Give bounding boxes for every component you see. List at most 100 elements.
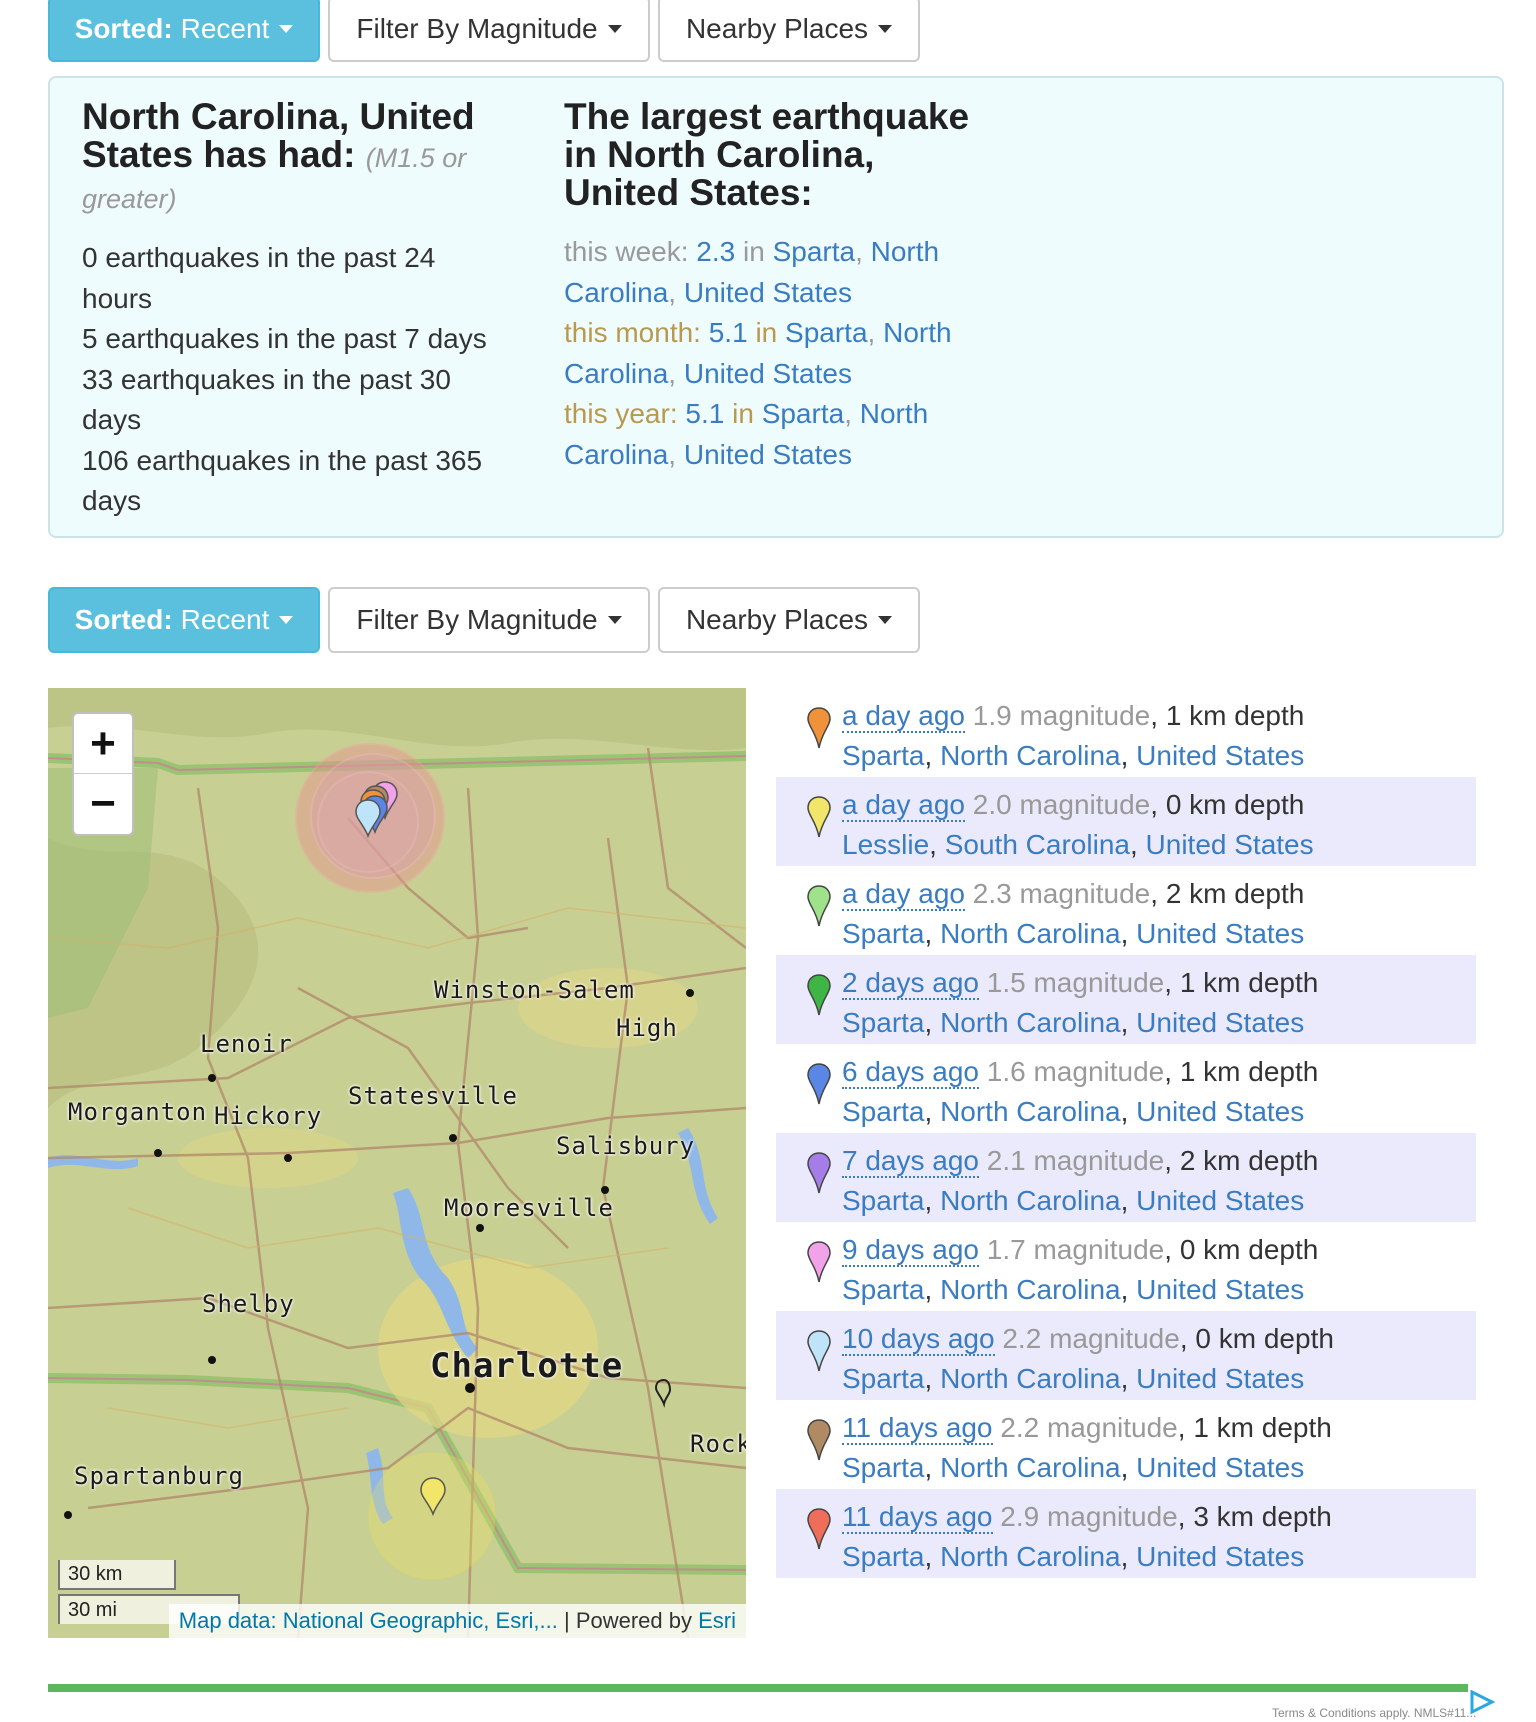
city-link[interactable]: Lesslie [842, 829, 929, 860]
caret-down-icon [878, 25, 893, 33]
quake-list-item[interactable]: 11 days ago 2.9 magnitude, 3 km depth Spa… [776, 1489, 1476, 1578]
sort-dropdown-button[interactable]: Sorted: Recent [48, 0, 320, 62]
city-link[interactable]: Sparta [842, 1541, 925, 1572]
comma-separator: , [1179, 1323, 1196, 1354]
quake-time-link[interactable]: a day ago [842, 700, 965, 733]
nearby-label: Nearby Places [685, 13, 869, 44]
quake-list-item[interactable]: 10 days ago 2.2 magnitude, 0 km depth Spa… [776, 1311, 1476, 1400]
quake-list-item[interactable]: 11 days ago 2.2 magnitude, 1 km depth Spa… [776, 1400, 1476, 1489]
region-link[interactable]: North Carolina [940, 1452, 1121, 1483]
city-link[interactable]: Sparta [773, 236, 856, 267]
country-link[interactable]: United States [684, 439, 852, 470]
city-link[interactable]: Sparta [842, 740, 925, 771]
quake-list-item[interactable]: 7 days ago 2.1 magnitude, 2 km depth Spar… [776, 1133, 1476, 1222]
region-link[interactable]: North Carolina [940, 918, 1121, 949]
country-link[interactable]: United States [1136, 1363, 1304, 1394]
city-link[interactable]: Sparta [842, 1452, 925, 1483]
quake-time-link[interactable]: a day ago [842, 789, 965, 822]
quake-time-link[interactable]: 11 days ago [842, 1501, 993, 1534]
country-link[interactable]: United States [684, 277, 852, 308]
quake-summary-line: 9 days ago 1.7 magnitude, 0 km depth [842, 1230, 1476, 1270]
region-link[interactable]: North Carolina [940, 1185, 1121, 1216]
quake-time-link[interactable]: 11 days ago [842, 1412, 993, 1445]
quake-time-link[interactable]: a day ago [842, 878, 965, 911]
quake-list-item[interactable]: 2 days ago 1.5 magnitude, 1 km depth Spar… [776, 955, 1476, 1044]
city-link[interactable]: Sparta [842, 1274, 925, 1305]
region-link[interactable]: North Carolina [940, 1541, 1121, 1572]
city-link[interactable]: Sparta [842, 918, 925, 949]
city-link[interactable]: Sparta [762, 398, 845, 429]
map-marker-icon [807, 707, 831, 749]
attribution-link[interactable]: Map data: National Geographic, Esri,... [179, 1608, 558, 1633]
city-link[interactable]: Sparta [842, 1363, 925, 1394]
comma-separator: , [924, 1274, 941, 1305]
country-link[interactable]: United States [1136, 1541, 1304, 1572]
country-link[interactable]: United States [1136, 740, 1304, 771]
country-link[interactable]: United States [1136, 1096, 1304, 1127]
quake-time-link[interactable]: 6 days ago [842, 1056, 979, 1089]
quake-summary-line: a day ago 2.3 magnitude, 2 km depth [842, 874, 1476, 914]
filter-magnitude-button[interactable]: Filter By Magnitude [328, 0, 650, 62]
largest-magnitude-link[interactable]: 5.1 [709, 317, 748, 348]
region-link[interactable]: North Carolina [940, 1274, 1121, 1305]
region-link[interactable]: North Carolina [940, 1096, 1121, 1127]
attribution-separator: | Powered by [557, 1608, 699, 1633]
scale-km: 30 km [58, 1560, 176, 1590]
quake-list-item[interactable]: a day ago 2.3 magnitude, 2 km depth Spart… [776, 866, 1476, 955]
comma-separator: , [924, 1541, 941, 1572]
quake-depth: 0 km depth [1195, 1323, 1334, 1354]
sort-label: Sorted: [74, 13, 173, 44]
country-link[interactable]: United States [1136, 1185, 1304, 1216]
sort-dropdown-button[interactable]: Sorted: Recent [48, 587, 320, 653]
region-link[interactable]: North Carolina [940, 1007, 1121, 1038]
region-link[interactable]: South Carolina [945, 829, 1130, 860]
comma-separator: , [1120, 1185, 1137, 1216]
zoom-in-button[interactable]: + [74, 714, 132, 774]
country-link[interactable]: United States [684, 358, 852, 389]
comma-separator: , [1150, 789, 1166, 820]
quake-marker[interactable] [420, 1477, 446, 1517]
map-marker-icon [807, 1152, 831, 1194]
comma-separator: , [855, 236, 871, 267]
largest-period-label: this week: [564, 236, 689, 267]
quake-time-link[interactable]: 10 days ago [842, 1323, 995, 1356]
zoom-out-button[interactable]: − [74, 774, 132, 834]
region-link[interactable]: North Carolina [940, 740, 1121, 771]
country-link[interactable]: United States [1136, 1007, 1304, 1038]
comma-separator: , [924, 918, 941, 949]
largest-magnitude-link[interactable]: 5.1 [685, 398, 724, 429]
ad-banner-bar[interactable] [48, 1684, 1468, 1692]
city-link[interactable]: Sparta [842, 1096, 925, 1127]
country-link[interactable]: United States [1136, 1452, 1304, 1483]
quake-marker[interactable] [355, 799, 381, 839]
largest-magnitude-link[interactable]: 2.3 [696, 236, 735, 267]
country-link[interactable]: United States [1136, 918, 1304, 949]
map-pin-icon [654, 1378, 672, 1408]
quake-list-item[interactable]: 6 days ago 1.6 magnitude, 1 km depth Spar… [776, 1044, 1476, 1133]
city-link[interactable]: Sparta [785, 317, 868, 348]
quake-location-line: Sparta, North Carolina, United States [842, 1003, 1476, 1043]
count-column: North Carolina, United States has had: (… [82, 98, 502, 522]
city-link[interactable]: Sparta [842, 1007, 925, 1038]
map-marker-icon [807, 1063, 831, 1105]
quake-list-item[interactable]: a day ago 2.0 magnitude, 0 km depth Lessl… [776, 777, 1476, 866]
nearby-places-button[interactable]: Nearby Places [658, 587, 920, 653]
country-link[interactable]: United States [1136, 1274, 1304, 1305]
nearby-places-button[interactable]: Nearby Places [658, 0, 920, 62]
earthquake-map[interactable]: Winston-Salem High Lenoir Morganton Hickory S… [48, 688, 746, 1638]
city-link[interactable]: Sparta [842, 1185, 925, 1216]
comma-separator: , [668, 438, 684, 470]
quake-time-link[interactable]: 2 days ago [842, 967, 979, 1000]
filter-magnitude-button[interactable]: Filter By Magnitude [328, 587, 650, 653]
quake-list-item[interactable]: a day ago 1.9 magnitude, 1 km depth Spart… [776, 688, 1476, 777]
region-link[interactable]: North Carolina [940, 1363, 1121, 1394]
quake-list-item[interactable]: 9 days ago 1.7 magnitude, 0 km depth Spar… [776, 1222, 1476, 1311]
quake-time-link[interactable]: 9 days ago [842, 1234, 979, 1267]
quake-depth: 1 km depth [1165, 700, 1305, 731]
quake-magnitude: 1.6 magnitude [986, 1056, 1165, 1087]
quake-time-link[interactable]: 7 days ago [842, 1145, 979, 1178]
esri-link[interactable]: Esri [698, 1608, 736, 1633]
terms-text: Terms & Conditions apply. NMLS#11... [1272, 1706, 1477, 1720]
comma-separator: , [1164, 1234, 1180, 1265]
country-link[interactable]: United States [1146, 829, 1314, 860]
